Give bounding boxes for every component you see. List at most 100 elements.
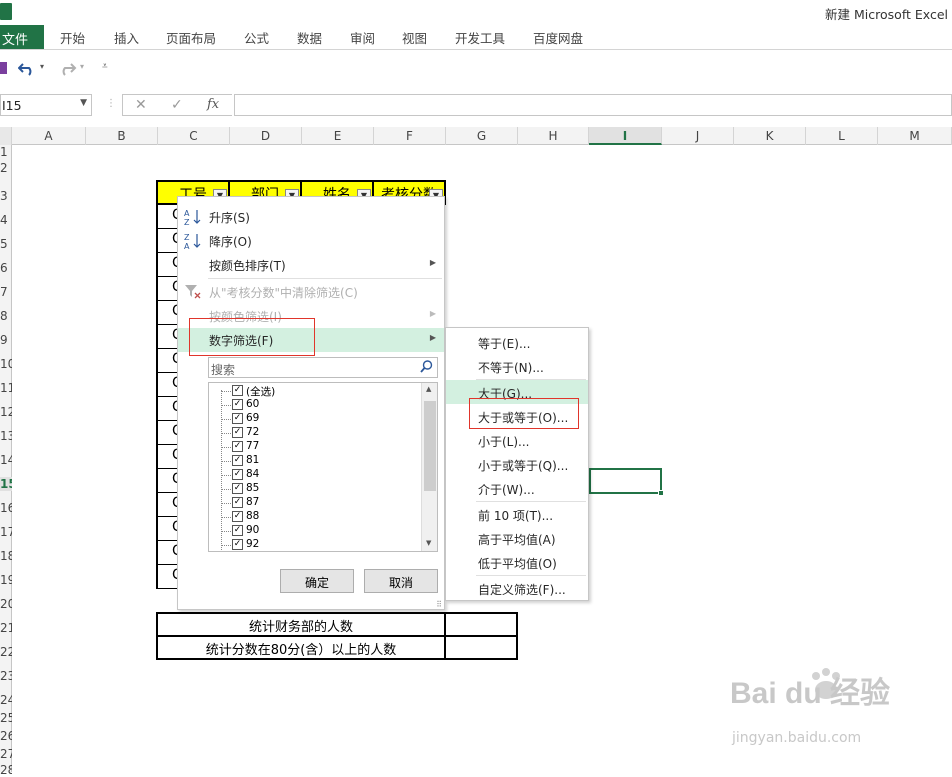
tab-developer[interactable]: 开发工具 — [455, 28, 505, 47]
cancel-button[interactable]: 取消 — [364, 569, 438, 593]
redo-dropdown-icon[interactable]: ▾ — [80, 62, 84, 71]
row-header[interactable]: 23 — [0, 669, 12, 683]
row-header[interactable]: 19 — [0, 573, 12, 587]
submenu-item-above-average[interactable]: 高于平均值(A) — [446, 526, 588, 550]
tab-page-layout[interactable]: 页面布局 — [166, 28, 216, 47]
row-header[interactable]: 21 — [0, 621, 12, 635]
column-header-k[interactable]: K — [734, 127, 806, 145]
row-header[interactable]: 5 — [0, 237, 12, 251]
row-header[interactable]: 4 — [0, 213, 12, 227]
row-header[interactable]: 24 — [0, 693, 12, 707]
sort-descending-item[interactable]: ZA 降序(O) — [178, 229, 444, 253]
formula-bar: I15 ▼ ⋮ ✕ ✓ fx — [0, 92, 952, 118]
row-header[interactable]: 6 — [0, 261, 12, 275]
tab-view[interactable]: 视图 — [402, 28, 427, 47]
column-header-f[interactable]: F — [374, 127, 446, 145]
select-all-corner[interactable] — [0, 127, 12, 145]
clear-filter-item[interactable]: 从"考核分数"中清除筛选(C) — [178, 280, 444, 304]
submenu-item-between[interactable]: 介于(W)... — [446, 476, 588, 500]
row-header[interactable]: 7 — [0, 285, 12, 299]
checkbox-checked-icon: ✓ — [232, 399, 243, 410]
column-header-m[interactable]: M — [878, 127, 952, 145]
row-header[interactable]: 1 — [0, 145, 12, 159]
annotation-highlight-box — [469, 398, 579, 429]
column-header-l[interactable]: L — [806, 127, 878, 145]
selected-cell[interactable] — [589, 468, 662, 494]
column-header-g[interactable]: G — [446, 127, 518, 145]
tab-file[interactable]: 文件 — [0, 25, 44, 49]
tab-formulas[interactable]: 公式 — [244, 28, 269, 47]
row-header[interactable]: 28 — [0, 763, 12, 777]
formula-input[interactable] — [234, 94, 952, 116]
row-headers: 1 2 3 4 5 6 7 8 9 10 11 12 13 14 15 16 1… — [0, 145, 12, 777]
row-header[interactable]: 3 — [0, 189, 12, 203]
row-header[interactable]: 18 — [0, 549, 12, 563]
chevron-down-icon[interactable]: ▼ — [80, 98, 87, 108]
column-header-b[interactable]: B — [86, 127, 158, 145]
save-icon[interactable] — [0, 61, 8, 75]
row-header[interactable]: 13 — [0, 429, 12, 443]
column-header-c[interactable]: C — [158, 127, 230, 145]
ok-button[interactable]: 确定 — [280, 569, 354, 593]
scroll-up-icon[interactable]: ▲ — [426, 385, 431, 393]
checkbox-checked-icon: ✓ — [232, 539, 243, 550]
splitter-dots-icon[interactable]: ⋮ — [106, 98, 116, 109]
row-header[interactable]: 27 — [0, 747, 12, 761]
row-header[interactable]: 20 — [0, 597, 12, 611]
column-header-j[interactable]: J — [662, 127, 734, 145]
undo-dropdown-icon[interactable]: ▾ — [40, 62, 44, 71]
window-title: 新建 Microsoft Excel — [825, 7, 948, 22]
submenu-item-less-or-equal[interactable]: 小于或等于(Q)... — [446, 452, 588, 476]
scroll-thumb[interactable] — [424, 401, 436, 491]
row-header[interactable]: 10 — [0, 357, 12, 371]
row-header[interactable]: 16 — [0, 501, 12, 515]
column-header-e[interactable]: E — [302, 127, 374, 145]
submenu-item-top-10[interactable]: 前 10 项(T)... — [446, 502, 588, 526]
row-header[interactable]: 25 — [0, 711, 12, 725]
column-header-a[interactable]: A — [12, 127, 86, 145]
stats-label[interactable]: 统计分数在80分(含）以上的人数 — [158, 637, 446, 658]
row-header[interactable]: 8 — [0, 309, 12, 323]
stats-value-cell[interactable] — [448, 637, 516, 658]
insert-function-icon[interactable]: fx — [207, 97, 219, 112]
tab-insert[interactable]: 插入 — [114, 28, 139, 47]
fill-handle[interactable] — [658, 490, 664, 496]
stats-label[interactable]: 统计财务部的人数 — [158, 614, 446, 635]
confirm-formula-icon[interactable]: ✓ — [171, 97, 183, 113]
row-header[interactable]: 11 — [0, 381, 12, 395]
submenu-item-custom-filter[interactable]: 自定义筛选(F)... — [446, 576, 588, 600]
column-header-h[interactable]: H — [518, 127, 589, 145]
column-header-i[interactable]: I — [589, 127, 662, 145]
stats-value-cell[interactable] — [448, 614, 516, 635]
tab-home[interactable]: 开始 — [60, 28, 85, 47]
submenu-item-below-average[interactable]: 低于平均值(O) — [446, 550, 588, 574]
scroll-down-icon[interactable]: ▼ — [426, 539, 431, 547]
row-header[interactable]: 22 — [0, 645, 12, 659]
row-header[interactable]: 17 — [0, 525, 12, 539]
cancel-formula-icon[interactable]: ✕ — [135, 97, 147, 113]
submenu-item-less-than[interactable]: 小于(L)... — [446, 428, 588, 452]
row-header[interactable]: 26 — [0, 729, 12, 743]
row-header[interactable]: 12 — [0, 405, 12, 419]
sort-ascending-item[interactable]: AZ 升序(S) — [178, 205, 444, 229]
tab-baidu-netdisk[interactable]: 百度网盘 — [533, 28, 583, 47]
resize-grip-icon[interactable]: ⠿ — [436, 600, 442, 609]
submenu-item-not-equals[interactable]: 不等于(N)... — [446, 354, 588, 378]
row-header-active[interactable]: 15 — [0, 477, 12, 491]
tab-review[interactable]: 审阅 — [350, 28, 375, 47]
filter-search-input[interactable]: 搜索 — [208, 357, 438, 378]
tab-data[interactable]: 数据 — [297, 28, 322, 47]
row-header[interactable]: 2 — [0, 161, 12, 175]
row-header[interactable]: 14 — [0, 453, 12, 467]
name-box[interactable]: I15 ▼ — [0, 94, 92, 116]
customize-qat-icon[interactable]: ⩡ — [102, 61, 108, 72]
sort-by-color-item[interactable]: 按颜色排序(T) ▶ — [178, 253, 444, 277]
undo-icon[interactable] — [18, 60, 38, 76]
submenu-item-equals[interactable]: 等于(E)... — [446, 330, 588, 354]
column-header-d[interactable]: D — [230, 127, 302, 145]
redo-icon[interactable] — [58, 60, 78, 76]
row-header[interactable]: 9 — [0, 333, 12, 347]
list-scrollbar[interactable]: ▲ ▼ — [421, 383, 437, 551]
excel-app-icon[interactable] — [0, 3, 12, 20]
filter-value-list: ✓ (全选) ✓ 60 ✓ 69 ✓ 72 ✓ 77 ✓ 81 ✓ 84 ✓ 85 ✓ 87 ✓ 8… — [208, 382, 438, 552]
